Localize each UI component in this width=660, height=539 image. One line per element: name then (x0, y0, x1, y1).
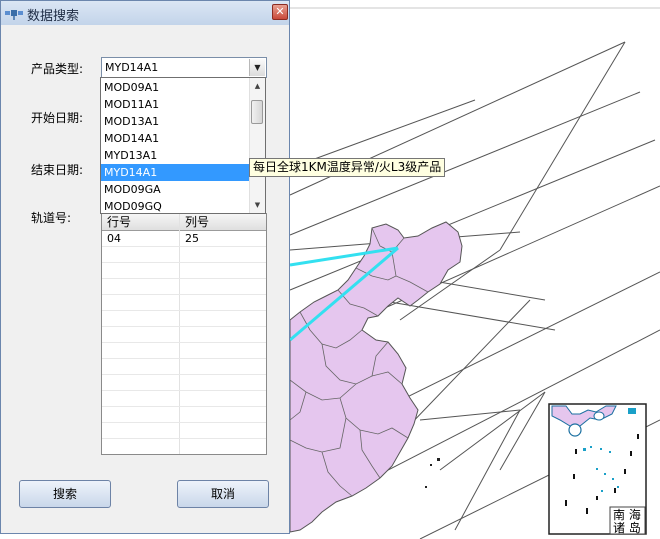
empty-row (102, 407, 266, 423)
scroll-up-icon[interactable]: ▲ (250, 78, 265, 94)
close-button[interactable]: ✕ (272, 4, 288, 20)
cell-column-number: 25 (185, 232, 199, 245)
table-row[interactable]: 04 25 (102, 231, 266, 247)
column-header-row[interactable]: 行号 (102, 214, 180, 230)
empty-row (102, 375, 266, 391)
empty-row (102, 279, 266, 295)
scrollbar-thumb[interactable] (251, 100, 263, 124)
product-type-value: MYD14A1 (105, 61, 159, 74)
cell-row-number: 04 (107, 232, 121, 245)
scroll-down-icon[interactable]: ▼ (250, 197, 265, 213)
empty-row (102, 295, 266, 311)
search-button[interactable]: 搜索 (19, 480, 111, 508)
dropdown-option[interactable]: MOD11A1 (101, 96, 250, 113)
dropdown-option[interactable]: MYD13A1 (101, 147, 250, 164)
dropdown-option[interactable]: MOD14A1 (101, 130, 250, 147)
dropdown-scrollbar[interactable]: ▲ ▼ (249, 78, 265, 213)
track-number-label: 轨道号: (31, 211, 72, 225)
dropdown-option[interactable]: MOD09A1 (101, 79, 250, 96)
dialog-title: 数据搜索 (27, 9, 80, 24)
end-date-label: 结束日期: (31, 163, 84, 177)
track-table[interactable]: 行号 列号 04 25 (101, 213, 267, 455)
dropdown-option[interactable]: MOD13A1 (101, 113, 250, 130)
satellite-icon (5, 10, 23, 20)
product-type-label: 产品类型: (31, 62, 84, 76)
dropdown-option[interactable]: MOD09GA (101, 181, 250, 198)
product-type-select[interactable]: MYD14A1 ▼ (101, 57, 267, 78)
column-header-column[interactable]: 列号 (180, 214, 266, 230)
start-date-label: 开始日期: (31, 111, 84, 125)
dropdown-option-selected[interactable]: MYD14A1 (101, 164, 250, 181)
inset-label-line2: 诸 岛 (613, 521, 641, 535)
track-table-header: 行号 列号 (102, 214, 266, 231)
empty-row (102, 247, 266, 263)
empty-row (102, 343, 266, 359)
inset-map-label: 南 海 诸 岛 (613, 509, 645, 535)
empty-row (102, 327, 266, 343)
chevron-down-icon[interactable]: ▼ (249, 59, 265, 76)
empty-row (102, 263, 266, 279)
empty-row (102, 359, 266, 375)
empty-row (102, 311, 266, 327)
product-type-dropdown-list[interactable]: MOD09A1 MOD11A1 MOD13A1 MOD14A1 MYD13A1 … (100, 77, 266, 214)
empty-row (102, 391, 266, 407)
dialog-titlebar[interactable]: 数据搜索 ✕ (1, 1, 289, 25)
dropdown-option[interactable]: MOD09GQ (101, 198, 250, 213)
empty-row (102, 423, 266, 439)
cancel-button[interactable]: 取消 (177, 480, 269, 508)
product-description-tooltip: 每日全球1KM温度异常/火L3级产品 (249, 158, 446, 177)
